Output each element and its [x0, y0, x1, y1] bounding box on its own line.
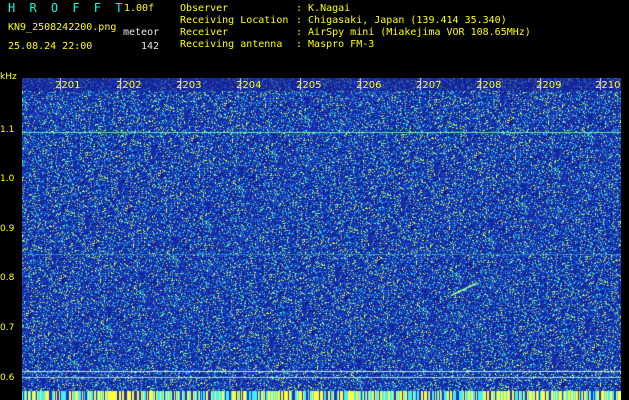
spectrogram-plot[interactable]: [22, 78, 621, 400]
x-tick-2206: 2206: [356, 80, 382, 91]
antenna-value: : Maspro FM-3: [296, 39, 375, 50]
x-tick-2202: 2202: [116, 80, 142, 91]
receiver-label: Receiver: [180, 27, 229, 38]
y-tick-0-8: 0.8: [0, 273, 15, 283]
y-tick-0-9: 0.9: [0, 224, 15, 234]
version-label: 1.00f: [124, 3, 155, 14]
x-tick-2209: 2209: [536, 80, 562, 91]
y-tick-0-6: 0.6: [0, 373, 15, 383]
x-tick-2201: 2201: [55, 80, 81, 91]
observer-value: : K.Nagai: [296, 3, 351, 14]
y-tick-1-0: 1.0: [0, 174, 15, 184]
x-tick-2205: 2205: [296, 80, 322, 91]
x-tick-2204: 2204: [236, 80, 262, 91]
receiver-value: : AirSpy mini (Miakejima VOR 108.65MHz): [296, 27, 531, 38]
datetime-label: 25.08.24 22:00: [8, 41, 93, 52]
location-value: : Chigasaki, Japan (139.414 35.340): [296, 15, 507, 26]
y-tick-0-7: 0.7: [0, 323, 15, 333]
observer-label: Observer: [180, 3, 229, 14]
app-title: H R O F F T: [8, 1, 126, 15]
x-tick-2207: 2207: [416, 80, 442, 91]
count-label: 142: [141, 41, 160, 52]
x-tick-2203: 2203: [176, 80, 202, 91]
filename-label: KN9_2508242200.png: [8, 22, 117, 33]
y-tick-1-1: 1.1: [0, 125, 15, 135]
antenna-label: Receiving antenna: [180, 39, 283, 50]
spectrogram-canvas[interactable]: [22, 78, 621, 400]
y-axis-unit: kHz: [0, 72, 17, 82]
location-label: Receiving Location: [180, 15, 289, 26]
category-label: meteor: [123, 27, 160, 38]
header-panel: H R O F F T 1.00f KN9_2508242200.png met…: [0, 0, 629, 78]
x-tick-2208: 2208: [476, 80, 502, 91]
x-tick-2210: 2210: [595, 80, 621, 91]
